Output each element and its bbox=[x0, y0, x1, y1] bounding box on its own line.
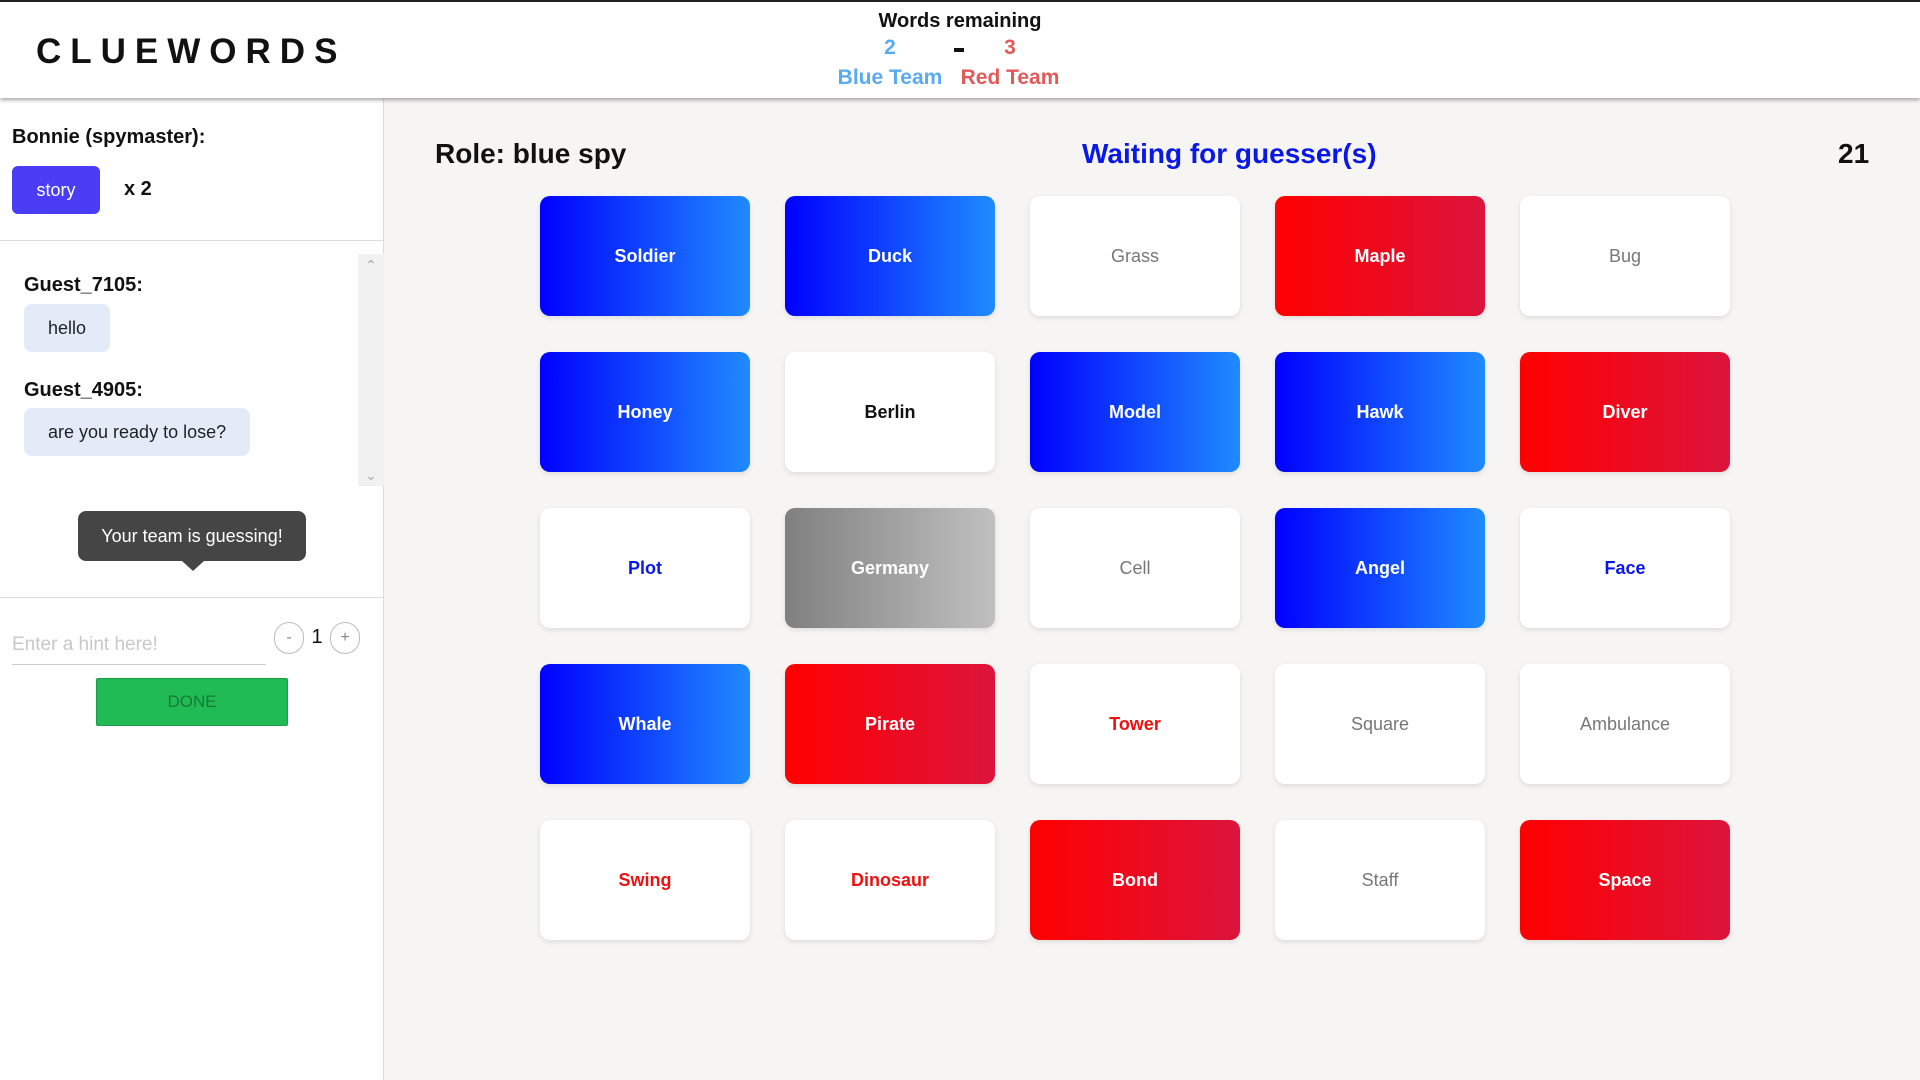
chat-author: Guest_7105: bbox=[24, 274, 143, 296]
word-card[interactable]: Duck bbox=[785, 196, 995, 316]
word-card[interactable]: Pirate bbox=[785, 664, 995, 784]
chat-message: hello bbox=[24, 304, 111, 352]
blue-remaining-count: 2 bbox=[884, 36, 896, 59]
word-card[interactable]: Bug bbox=[1520, 196, 1730, 316]
word-card[interactable]: Berlin bbox=[785, 352, 995, 472]
score-row: 2 Blue Team 3 Red Team bbox=[838, 33, 1080, 93]
score-title: Words remaining bbox=[878, 10, 1042, 32]
word-card[interactable]: Angel bbox=[1275, 508, 1485, 628]
word-card[interactable]: Diver bbox=[1520, 352, 1730, 472]
word-card[interactable]: Grass bbox=[1030, 196, 1240, 316]
word-card[interactable]: Dinosaur bbox=[785, 820, 995, 940]
word-card[interactable]: Face bbox=[1520, 508, 1730, 628]
score-panel: Words remaining 2 Blue Team 3 Red Team bbox=[838, 10, 1080, 93]
word-card[interactable]: Germany bbox=[785, 508, 995, 628]
chevron-up-icon[interactable]: ⌃ bbox=[358, 254, 384, 276]
hint-input[interactable] bbox=[12, 625, 266, 665]
tooltip-arrow bbox=[182, 561, 204, 571]
word-card[interactable]: Soldier bbox=[540, 196, 750, 316]
word-board: Soldier Duck Grass Maple Bug Honey Berlin Model… bbox=[540, 196, 1730, 940]
word-card[interactable]: Staff bbox=[1275, 820, 1485, 940]
word-card[interactable]: Whale bbox=[540, 664, 750, 784]
chat-author: Guest_4905: bbox=[24, 379, 143, 401]
current-hint-chip: story bbox=[12, 166, 100, 214]
word-card[interactable]: Square bbox=[1275, 664, 1485, 784]
word-card[interactable]: Tower bbox=[1030, 664, 1240, 784]
current-hint-count: x 2 bbox=[124, 178, 152, 200]
app-logo[interactable]: CLUEWORDS bbox=[36, 32, 346, 72]
word-card[interactable]: Cell bbox=[1030, 508, 1240, 628]
word-card[interactable]: Honey bbox=[540, 352, 750, 472]
spymaster-label: Bonnie (spymaster): bbox=[12, 126, 206, 148]
role-label: Role: blue spy bbox=[435, 138, 627, 169]
chevron-down-icon[interactable]: ⌄ bbox=[358, 464, 384, 486]
word-card[interactable]: Ambulance bbox=[1520, 664, 1730, 784]
blue-team-label: Blue Team bbox=[837, 66, 943, 89]
game-status: Waiting for guesser(s) bbox=[1082, 138, 1377, 169]
sidebar-divider bbox=[0, 597, 384, 598]
blue-team-score: 2 Blue Team bbox=[820, 33, 960, 93]
word-card[interactable]: Swing bbox=[540, 820, 750, 940]
top-bar: CLUEWORDS Words remaining 2 Blue Team 3 … bbox=[0, 0, 1920, 98]
chat-log[interactable]: Guest_7105: hello Guest_4905: are you re… bbox=[0, 252, 384, 484]
word-card[interactable]: Model bbox=[1030, 352, 1240, 472]
word-card[interactable]: Plot bbox=[540, 508, 750, 628]
red-team-score: 3 Red Team bbox=[940, 33, 1080, 93]
word-card[interactable]: Space bbox=[1520, 820, 1730, 940]
hint-number-value: 1 bbox=[311, 626, 323, 648]
sidebar-divider bbox=[0, 240, 384, 241]
done-button[interactable]: DONE bbox=[96, 678, 288, 726]
decrement-button[interactable]: - bbox=[274, 622, 304, 654]
team-guessing-tooltip: Your team is guessing! bbox=[78, 511, 306, 561]
word-card[interactable]: Hawk bbox=[1275, 352, 1485, 472]
chat-message: are you ready to lose? bbox=[24, 408, 251, 456]
word-card[interactable]: Bond bbox=[1030, 820, 1240, 940]
increment-button[interactable]: + bbox=[330, 622, 360, 654]
red-team-label: Red Team bbox=[960, 66, 1060, 89]
sidebar: Bonnie (spymaster): story x 2 Guest_7105… bbox=[0, 98, 384, 1080]
red-remaining-count: 3 bbox=[1004, 36, 1016, 59]
word-card[interactable]: Maple bbox=[1275, 196, 1485, 316]
chat-scrollbar[interactable]: ⌃ ⌄ bbox=[358, 254, 384, 486]
turn-timer: 21 bbox=[1838, 138, 1870, 169]
